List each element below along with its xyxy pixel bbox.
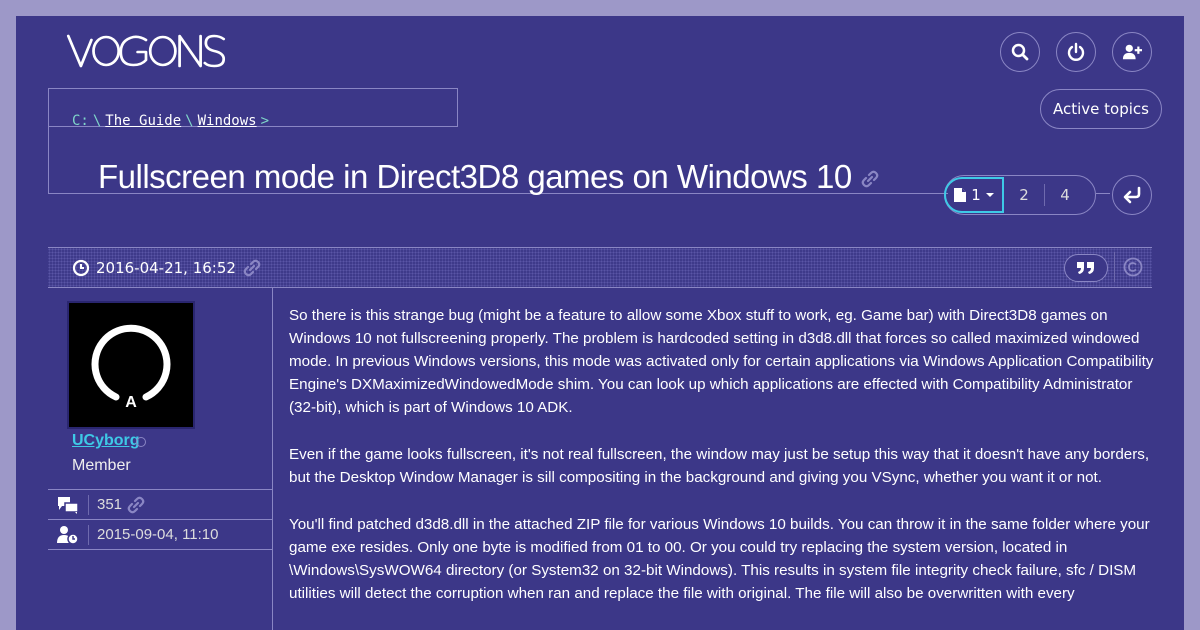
- author-posts-row: 351: [48, 489, 272, 519]
- post-date-text[interactable]: 2016-04-21, 16:52: [96, 259, 236, 277]
- post-header: 2016-04-21, 16:52: [48, 247, 1152, 288]
- page: Active topics C: \ The Guide \ Windows > Full…: [16, 16, 1184, 630]
- reply-icon: [1123, 186, 1141, 204]
- document-icon: [954, 188, 967, 202]
- page-title: Fullscreen mode in Direct3D8 games on Wi…: [98, 158, 880, 196]
- post-paragraph: So there is this strange bug (might be a…: [289, 307, 1154, 416]
- copyright-icon: [1123, 257, 1143, 281]
- permalink-icon[interactable]: [126, 495, 146, 515]
- post-paragraph: Even if the game looks fullscreen, it's …: [289, 446, 1150, 486]
- page-link-2[interactable]: 2: [1004, 186, 1044, 204]
- chevron-down-icon: [985, 193, 994, 197]
- topic-title[interactable]: Fullscreen mode in Direct3D8 games on Wi…: [98, 158, 852, 195]
- search-button[interactable]: [1000, 32, 1040, 72]
- reply-button[interactable]: [1112, 175, 1152, 215]
- clock-icon: [72, 259, 90, 277]
- header-divider: [1114, 252, 1115, 282]
- post-author-sidebar: A UCyborg Member 351 2015-09-04, 11:10: [48, 287, 273, 630]
- joined-icon: [48, 524, 89, 545]
- breadcrumb-drive: C:: [72, 113, 89, 129]
- author-name[interactable]: UCyborg: [72, 432, 140, 450]
- pagination: 1 2 4: [944, 175, 1096, 215]
- post-date: 2016-04-21, 16:52: [72, 258, 262, 278]
- posts-icon: [48, 494, 89, 515]
- add-user-icon: [1122, 44, 1142, 60]
- author-joined-row: 2015-09-04, 11:10: [48, 519, 272, 550]
- avatar[interactable]: A: [69, 303, 193, 427]
- permalink-icon[interactable]: [242, 258, 262, 278]
- avatar-letter: A: [125, 394, 137, 411]
- online-status-icon: [136, 437, 146, 447]
- current-page: 1: [971, 186, 981, 204]
- quote-button[interactable]: [1064, 254, 1108, 282]
- register-button[interactable]: [1112, 32, 1152, 72]
- vogons-logo-icon: [66, 34, 226, 68]
- breadcrumb-end: >: [260, 113, 270, 129]
- quote-icon: [1077, 262, 1094, 274]
- author-joined-date: 2015-09-04, 11:10: [97, 526, 219, 543]
- breadcrumb: C: \ The Guide \ Windows >: [72, 113, 273, 129]
- breadcrumb-item-the-guide[interactable]: The Guide: [105, 113, 181, 129]
- power-icon: [1067, 42, 1085, 61]
- active-topics-label: Active topics: [1053, 100, 1149, 118]
- breadcrumb-separator: \: [92, 113, 102, 129]
- breadcrumb-item-windows[interactable]: Windows: [198, 113, 257, 129]
- author-post-count[interactable]: 351: [97, 496, 122, 513]
- post-paragraph: You'll find patched d3d8.dll in the atta…: [289, 516, 1150, 602]
- login-button[interactable]: [1056, 32, 1096, 72]
- avatar-image: A: [91, 324, 171, 411]
- author-role: Member: [72, 457, 131, 474]
- title-divider: [1096, 193, 1110, 194]
- page-link-4[interactable]: 4: [1045, 186, 1085, 204]
- page-selector[interactable]: 1: [944, 177, 1004, 213]
- permalink-icon[interactable]: [860, 158, 880, 195]
- post-content: So there is this strange bug (might be a…: [289, 304, 1159, 629]
- active-topics-button[interactable]: Active topics: [1040, 89, 1162, 129]
- site-logo[interactable]: [66, 32, 226, 72]
- breadcrumb-separator: \: [185, 113, 194, 129]
- search-icon: [1011, 43, 1029, 61]
